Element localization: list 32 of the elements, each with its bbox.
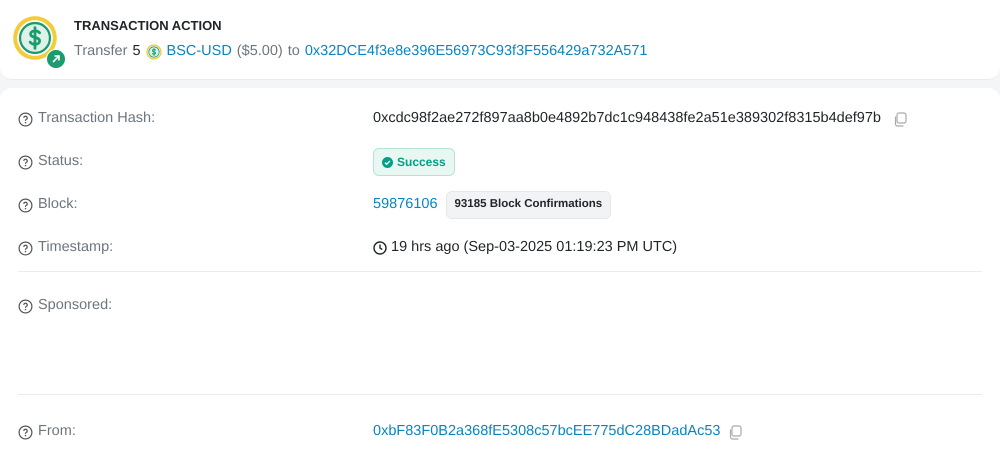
- help-icon: [18, 424, 33, 440]
- clock-icon: [373, 241, 387, 255]
- block-link[interactable]: 59876106: [373, 194, 438, 216]
- help-icon: [18, 154, 33, 170]
- confirmations-badge: 93185 Block Confirmations: [446, 191, 612, 219]
- help-icon: [18, 240, 33, 256]
- field-label: Block:: [38, 195, 78, 214]
- copy-icon[interactable]: [893, 112, 907, 126]
- help-icon: [18, 298, 33, 314]
- check-circle-icon: [382, 156, 393, 168]
- arrow-badge-icon: [46, 48, 66, 68]
- token-coin-icon: [146, 44, 162, 60]
- address-link[interactable]: 0xbF83F0B2a368fE5308c57bcEE775dC28BDadAc53: [373, 421, 720, 443]
- token-link[interactable]: BSC-USD: [166, 41, 232, 64]
- status-badge: Success: [373, 148, 455, 176]
- help-icon: [18, 112, 33, 126]
- field-label: Status:: [38, 152, 84, 172]
- transaction-hash: 0xcdc98f2ae272f897aa8b0e4892b7dc1c948438fe2a51e389302f8315b4def97b: [373, 109, 881, 128]
- field-label: Timestamp:: [38, 238, 114, 258]
- action-verb: Transfer: [74, 42, 128, 62]
- dollar-coin-icon: [12, 14, 58, 60]
- usd-value: ($5.00): [236, 42, 283, 62]
- timestamp-text: 19 hrs ago (Sep-03-2025 01:19:23 PM UTC): [391, 238, 678, 258]
- copy-icon[interactable]: [728, 424, 742, 440]
- to-text: to: [288, 42, 300, 62]
- recipient-link[interactable]: 0x32DCE4f3e8e396E56973C93f3F556429a732A571: [304, 41, 648, 64]
- help-icon: [18, 198, 33, 212]
- action-heading: TRANSACTION ACTION: [74, 16, 223, 35]
- field-label: From:: [38, 422, 76, 442]
- field-label: Sponsored:: [38, 296, 112, 316]
- field-label: Transaction Hash:: [38, 109, 156, 128]
- amount-text: 5: [132, 42, 141, 62]
